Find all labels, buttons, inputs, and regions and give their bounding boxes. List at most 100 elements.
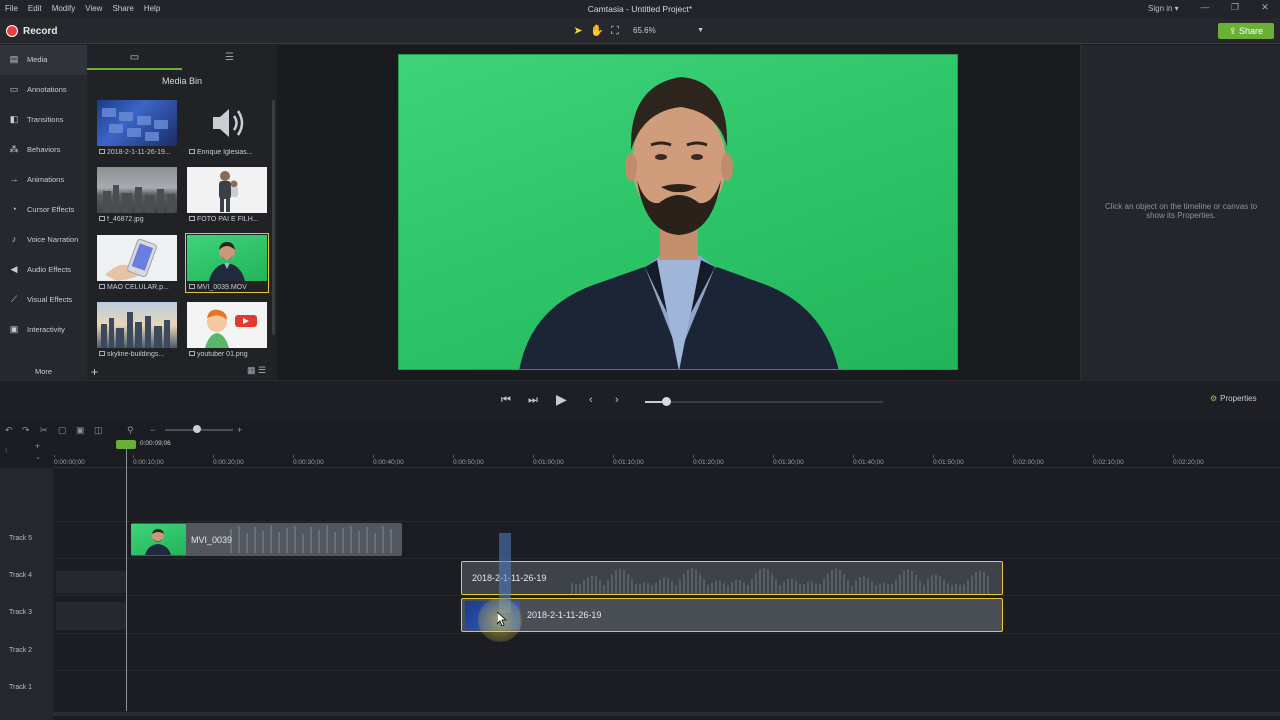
- next-clip-icon[interactable]: ›: [615, 394, 619, 406]
- keyboard-image: [102, 108, 168, 141]
- track-options-icon[interactable]: ⁝: [5, 447, 7, 455]
- clip-track4-selected[interactable]: 2018-2-1-11-26-19: [461, 561, 1003, 595]
- select-tool-icon[interactable]: ➤: [571, 24, 585, 38]
- media-item-name: 2018-2-1-11-26-19...: [99, 149, 179, 156]
- properties-hint: Click an object on the timeline or canva…: [1104, 202, 1258, 220]
- media-item-selected[interactable]: MVI_0039.MOV: [185, 233, 269, 293]
- image-file-icon: [189, 216, 195, 221]
- title-bar: File Edit Modify View Share Help Camtasi…: [0, 0, 1280, 18]
- step-back-icon[interactable]: ⏮: [501, 394, 511, 407]
- sidebar-item-transitions[interactable]: ◧ Transitions: [0, 105, 87, 135]
- track-label[interactable]: Track 2: [9, 647, 32, 654]
- hand-tool-icon[interactable]: ✋: [590, 24, 604, 38]
- youtuber-image: [205, 309, 257, 348]
- media-item-name: f_46872.jpg: [99, 216, 179, 223]
- preview-canvas[interactable]: [398, 54, 958, 370]
- split-icon[interactable]: ◫: [94, 425, 103, 436]
- presenter-thumbnail: [145, 529, 171, 555]
- sidebar-item-visual-effects[interactable]: ⟋ Visual Effects: [0, 285, 87, 315]
- collapse-icon[interactable]: ⌄: [35, 453, 41, 461]
- ruler-tick: 0:01:50;00: [933, 455, 964, 466]
- copy-icon[interactable]: ▢: [58, 425, 67, 436]
- track-label[interactable]: Track 3: [9, 609, 32, 616]
- ruler-tick: 0:01:10;00: [613, 455, 644, 466]
- zoom-dropdown[interactable]: 65.6% ▼: [628, 24, 708, 38]
- sidebar-item-audio-effects[interactable]: ◀ Audio Effects: [0, 255, 87, 285]
- playhead-line[interactable]: [126, 449, 127, 711]
- playhead-handle[interactable]: [116, 440, 136, 449]
- playback-scrubber[interactable]: [645, 401, 883, 403]
- track-label[interactable]: Track 1: [9, 684, 32, 691]
- media-item[interactable]: 2018-2-1-11-26-19...: [97, 100, 177, 156]
- sidebar-item-media[interactable]: ▤ Media: [0, 45, 87, 75]
- zoom-in-icon[interactable]: +: [237, 425, 242, 435]
- share-button[interactable]: ⇪ Share: [1218, 23, 1274, 39]
- crop-tool-icon[interactable]: ⛶: [608, 24, 622, 38]
- sidebar-item-voice-narration[interactable]: ♪ Voice Narration: [0, 225, 87, 255]
- media-item-label: skyline-buildings...: [107, 351, 165, 358]
- media-item[interactable]: Enrique Iglesias...: [187, 100, 267, 156]
- view-toggle[interactable]: ▦ ☰: [247, 365, 266, 376]
- undo-icon[interactable]: ↶: [5, 425, 13, 436]
- tab-media-bin[interactable]: ▭: [87, 45, 182, 70]
- animation-icon: →: [9, 174, 19, 184]
- track-label[interactable]: Track 4: [9, 572, 32, 579]
- sidebar-item-animations[interactable]: → Animations: [0, 165, 87, 195]
- upload-icon: ⇪: [1228, 26, 1237, 36]
- share-label: Share: [1239, 26, 1264, 36]
- timeline-horizontal-scrollbar[interactable]: [53, 712, 1280, 716]
- cut-icon[interactable]: ✂: [40, 425, 48, 436]
- sidebar-item-label: Media: [27, 55, 48, 64]
- media-item[interactable]: MAO CELULAR.p...: [97, 235, 177, 291]
- media-item-label: MAO CELULAR.p...: [107, 284, 169, 291]
- add-media-button[interactable]: +: [91, 365, 98, 379]
- tab-library[interactable]: ☰: [182, 45, 277, 70]
- sidebar-item-cursor-effects[interactable]: ◔ Cursor Effects: [0, 195, 87, 225]
- track-row-1[interactable]: [53, 670, 1280, 707]
- media-item-label: FOTO PAI E FILH...: [197, 216, 259, 223]
- minimize-icon[interactable]: —: [1190, 2, 1220, 13]
- record-button[interactable]: Record: [23, 26, 57, 37]
- timeline-panel: ↶ ↷ ✂ ▢ ▣ ◫ ⚲ − + + ⌄ ⁝ 0:00:00;00 0:00:…: [0, 420, 1280, 720]
- sidebar-item-annotations[interactable]: ▭ Annotations: [0, 75, 87, 105]
- playback-scrubber-handle[interactable]: [662, 397, 671, 406]
- sidebar-item-behaviors[interactable]: ⁂ Behaviors: [0, 135, 87, 165]
- more-button[interactable]: More: [35, 367, 52, 376]
- grid-view-icon[interactable]: ▦: [247, 365, 256, 375]
- sidebar-item-interactivity[interactable]: ▣ Interactivity: [0, 315, 87, 345]
- step-forward-icon[interactable]: ⏭: [528, 394, 538, 407]
- timeline-ruler[interactable]: 0:00:00;00 0:00:10;00 0:00:20;00 0:00:30…: [53, 440, 1280, 468]
- annotation-icon: ▭: [9, 84, 19, 94]
- media-thumbnail: [97, 167, 177, 213]
- zoom-icon[interactable]: ⚲: [127, 425, 134, 436]
- track-row-2[interactable]: [53, 633, 1280, 670]
- people-image: [219, 171, 238, 212]
- image-file-icon: [99, 216, 105, 221]
- paste-icon[interactable]: ▣: [76, 425, 85, 436]
- restore-icon[interactable]: ❐: [1220, 2, 1250, 13]
- media-item[interactable]: FOTO PAI E FILH...: [187, 167, 267, 223]
- previous-clip-icon[interactable]: ‹: [589, 394, 593, 406]
- clip-mvi-0039[interactable]: MVI_0039: [131, 523, 402, 556]
- properties-button[interactable]: ⚙ Properties: [1210, 394, 1257, 403]
- close-icon[interactable]: ✕: [1250, 2, 1280, 13]
- play-icon[interactable]: ▶: [556, 391, 567, 408]
- ruler-tick: 0:00:50;00: [453, 455, 484, 466]
- media-item[interactable]: youtuber 01.png: [187, 302, 267, 358]
- clip-thumbnail: [131, 524, 186, 555]
- zoom-out-icon[interactable]: −: [150, 425, 155, 435]
- media-item[interactable]: skyline-buildings...: [97, 302, 177, 358]
- timeline-zoom-handle[interactable]: [193, 425, 201, 433]
- clip-track3-selected[interactable]: 2018-2-1-11-26-19: [461, 598, 1003, 632]
- list-view-icon[interactable]: ☰: [258, 365, 266, 375]
- redo-icon[interactable]: ↷: [22, 425, 30, 436]
- media-item-label: youtuber 01.png: [197, 351, 248, 358]
- add-track-icon[interactable]: +: [35, 441, 40, 451]
- record-icon[interactable]: [6, 25, 18, 37]
- track-label[interactable]: Track 5: [9, 535, 32, 542]
- sign-in-link[interactable]: Sign in ▾: [1148, 4, 1179, 13]
- media-bin-panel: ▭ ☰ Media Bin 2018-2-1-11-26-19... Enriq…: [87, 45, 277, 380]
- media-item[interactable]: f_46872.jpg: [97, 167, 177, 223]
- ruler-tick: 0:01:20;00: [693, 455, 724, 466]
- media-bin-scrollbar[interactable]: [272, 100, 275, 335]
